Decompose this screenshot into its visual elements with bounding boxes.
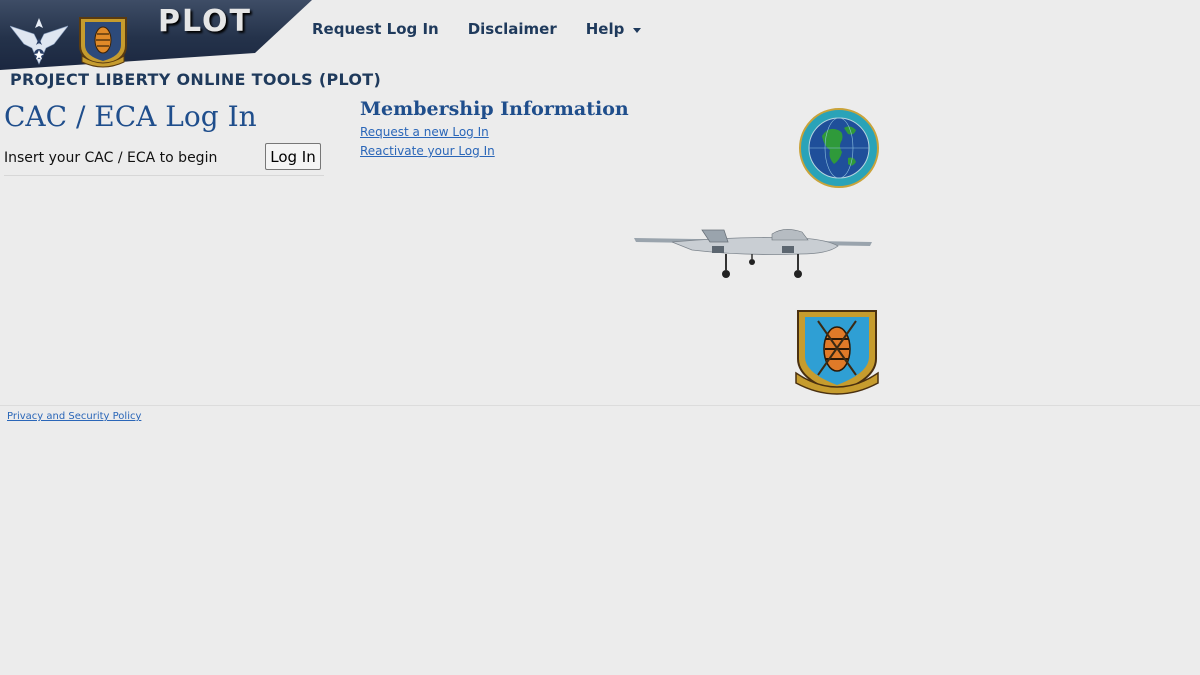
login-prompt: Insert your CAC / ECA to begin xyxy=(4,150,218,166)
nav-request-login[interactable]: Request Log In xyxy=(312,20,439,38)
nav-help-menu[interactable]: Help xyxy=(586,20,642,38)
top-navigation: Request Log In Disclaimer Help xyxy=(312,20,670,38)
nav-request-login-label: Request Log In xyxy=(312,20,439,38)
footer-divider xyxy=(0,405,1200,406)
big-safari-program-badge-icon xyxy=(795,310,879,395)
globe-emblem-icon xyxy=(799,108,879,188)
request-new-login-link[interactable]: Request a new Log In xyxy=(360,125,489,139)
big-safari-badge-icon xyxy=(79,17,127,68)
site-subtitle: PROJECT LIBERTY ONLINE TOOLS (PLOT) xyxy=(10,70,382,89)
login-row: Insert your CAC / ECA to begin Log In xyxy=(4,143,324,176)
nav-help-label: Help xyxy=(585,20,625,38)
reactivate-login-link[interactable]: Reactivate your Log In xyxy=(360,144,495,158)
login-heading: CAC / ECA Log In xyxy=(4,100,257,133)
chevron-down-icon xyxy=(633,28,642,33)
privacy-policy-link[interactable]: Privacy and Security Policy xyxy=(7,411,141,422)
brand-title: PLOT xyxy=(158,4,253,39)
membership-heading: Membership Information xyxy=(360,98,629,120)
aircraft-image-icon xyxy=(634,229,872,278)
login-button[interactable]: Log In xyxy=(265,143,321,170)
air-force-logo-icon xyxy=(10,18,68,65)
nav-disclaimer-label: Disclaimer xyxy=(467,20,557,38)
nav-disclaimer[interactable]: Disclaimer xyxy=(468,20,557,38)
